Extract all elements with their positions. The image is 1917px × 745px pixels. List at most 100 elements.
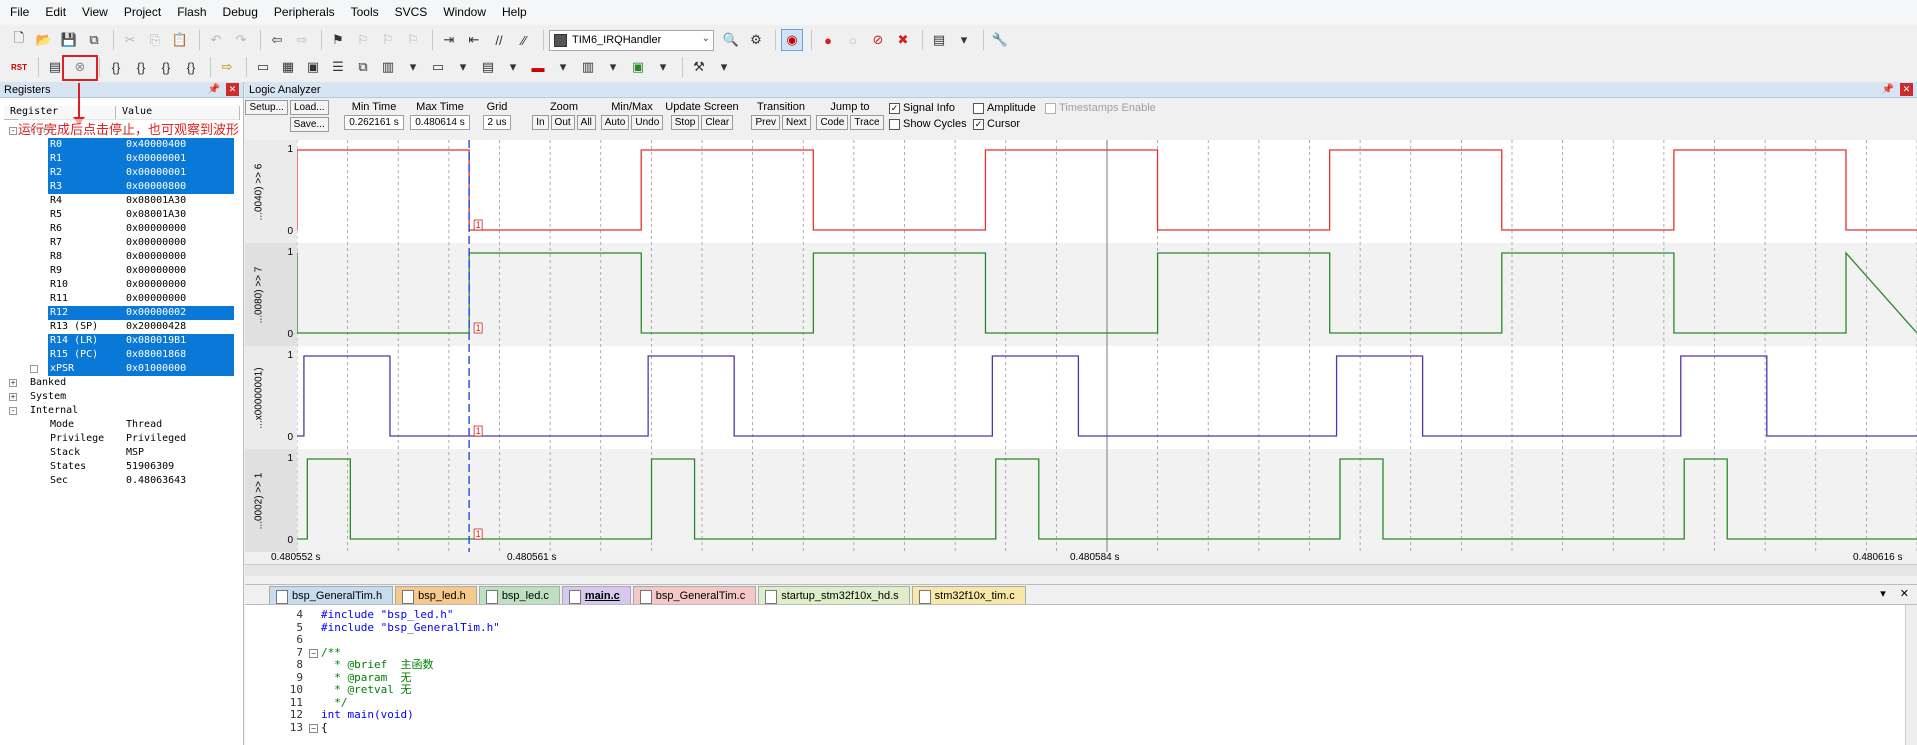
- memory-window-icon[interactable]: ▭: [427, 56, 449, 78]
- uncomment-icon[interactable]: ⁄⁄: [513, 29, 535, 51]
- menu-flash[interactable]: Flash: [169, 0, 214, 25]
- code-line[interactable]: 12 int main(void): [245, 708, 1895, 722]
- pin-icon[interactable]: 📌: [208, 84, 220, 95]
- close-icon[interactable]: ✕: [1900, 83, 1913, 96]
- command-window-icon[interactable]: ▭: [252, 56, 274, 78]
- waveform-canvas[interactable]: 1 1 1 1: [297, 140, 1917, 552]
- debug-session-icon[interactable]: ◉: [781, 29, 803, 51]
- signal-info-checkbox[interactable]: ✓ Signal Info: [889, 102, 955, 114]
- register-group-internal[interactable]: - Internal: [0, 404, 244, 418]
- find-in-files-icon[interactable]: 🔍: [720, 29, 742, 51]
- chevron-down-icon[interactable]: ⌄: [702, 33, 710, 44]
- tab-bsp-generaltim-c[interactable]: bsp_GeneralTim.c: [632, 586, 757, 604]
- fold-icon[interactable]: −: [309, 648, 318, 658]
- register-row[interactable]: R0 0x40000400: [0, 138, 244, 152]
- window-layout-icon[interactable]: ▤: [928, 29, 950, 51]
- code-line[interactable]: 10 * @retval 无: [245, 683, 1895, 697]
- collapse-icon[interactable]: -: [9, 127, 17, 135]
- show-next-statement-icon[interactable]: ⇨: [216, 56, 238, 78]
- register-row[interactable]: R4 0x08001A30: [0, 194, 244, 208]
- registers-window-icon[interactable]: ☰: [327, 56, 349, 78]
- dropdown-arrow-icon[interactable]: ▾: [652, 56, 674, 78]
- menu-view[interactable]: View: [74, 0, 116, 25]
- cursor-checkbox[interactable]: ✓ Cursor: [973, 118, 1020, 130]
- register-row[interactable]: R14 (LR) 0x080019B1: [0, 334, 244, 348]
- tab-bsp-led-c[interactable]: bsp_led.c: [478, 586, 560, 604]
- dropdown-arrow-icon[interactable]: ▾: [502, 56, 524, 78]
- show-cycles-checkbox[interactable]: Show Cycles: [889, 118, 967, 130]
- auto-button[interactable]: Auto: [600, 115, 630, 130]
- serial-window-icon[interactable]: ▤: [477, 56, 499, 78]
- register-group-banked[interactable]: + Banked: [0, 376, 244, 390]
- internal-row[interactable]: Mode Thread: [0, 418, 244, 432]
- code-line[interactable]: 13−{: [245, 721, 1895, 735]
- disable-breakpoints-icon[interactable]: ⊘: [867, 29, 889, 51]
- analysis-window-icon[interactable]: ▬: [527, 56, 549, 78]
- menu-help[interactable]: Help: [494, 0, 535, 25]
- undo-button[interactable]: Undo: [631, 115, 664, 130]
- signal-label[interactable]: ...x00000001) 1 0: [245, 346, 297, 449]
- save-all-icon[interactable]: ⧉: [83, 29, 105, 51]
- step-over-icon[interactable]: {}: [130, 56, 152, 78]
- next-bookmark-icon[interactable]: ⚐: [377, 29, 399, 51]
- menu-svcs[interactable]: SVCS: [387, 0, 436, 25]
- prev-bookmark-icon[interactable]: ⚐: [352, 29, 374, 51]
- tab-list-icon[interactable]: ▾: [1880, 587, 1886, 600]
- internal-row[interactable]: Stack MSP: [0, 446, 244, 460]
- clear-button[interactable]: Clear: [701, 115, 734, 130]
- register-row[interactable]: R5 0x08001A30: [0, 208, 244, 222]
- register-row[interactable]: R12 0x00000002: [0, 306, 244, 320]
- expand-icon[interactable]: +: [9, 393, 17, 401]
- expand-icon[interactable]: +: [30, 365, 38, 373]
- internal-row[interactable]: States 51906309: [0, 460, 244, 474]
- menu-edit[interactable]: Edit: [37, 0, 74, 25]
- dropdown-arrow-icon[interactable]: ▾: [953, 29, 975, 51]
- nav-back-icon[interactable]: ⇦: [266, 29, 288, 51]
- vertical-scrollbar[interactable]: [1905, 605, 1917, 745]
- reset-icon[interactable]: RST: [8, 56, 30, 78]
- system-viewer-icon[interactable]: ▣: [627, 56, 649, 78]
- code-line[interactable]: 7−/**: [245, 646, 1895, 660]
- register-row[interactable]: R10 0x00000000: [0, 278, 244, 292]
- new-file-icon[interactable]: 🗋: [8, 29, 30, 51]
- step-out-icon[interactable]: {}: [155, 56, 177, 78]
- dropdown-arrow-icon[interactable]: ▾: [452, 56, 474, 78]
- pin-icon[interactable]: 📌: [1882, 84, 1894, 95]
- redo-icon[interactable]: ↷: [230, 29, 252, 51]
- zoom-all-button[interactable]: All: [576, 115, 596, 130]
- tab-stm32f10x-tim-c[interactable]: stm32f10x_tim.c: [911, 586, 1026, 604]
- step-in-icon[interactable]: {}: [105, 56, 127, 78]
- dropdown-arrow-icon[interactable]: ▾: [402, 56, 424, 78]
- register-row[interactable]: R8 0x00000000: [0, 250, 244, 264]
- zoom-out-button[interactable]: Out: [550, 115, 575, 130]
- tab-main-c[interactable]: main.c: [561, 586, 631, 604]
- signal-label[interactable]: ...0002) >> 1 1 0: [245, 449, 297, 552]
- fold-icon[interactable]: −: [309, 723, 318, 733]
- signal-label[interactable]: ...0040) >> 6 1 0: [245, 140, 297, 243]
- setup-button[interactable]: Setup...: [245, 100, 288, 115]
- close-icon[interactable]: ✕: [226, 83, 239, 96]
- register-row[interactable]: + xPSR 0x01000000: [0, 362, 244, 376]
- call-stack-icon[interactable]: ⧉: [352, 56, 374, 78]
- comment-icon[interactable]: //: [488, 29, 510, 51]
- enable-breakpoint-icon[interactable]: ○: [842, 29, 864, 51]
- menu-tools[interactable]: Tools: [343, 0, 387, 25]
- internal-row[interactable]: Sec 0.48063643: [0, 474, 244, 488]
- undo-icon[interactable]: ↶: [205, 29, 227, 51]
- tab-bsp-generaltim-h[interactable]: bsp_GeneralTim.h: [269, 586, 394, 604]
- register-row[interactable]: R6 0x00000000: [0, 222, 244, 236]
- internal-row[interactable]: Privilege Privileged: [0, 432, 244, 446]
- menu-debug[interactable]: Debug: [215, 0, 266, 25]
- code-line[interactable]: 4 #include "bsp_led.h": [245, 608, 1895, 622]
- dropdown-arrow-icon[interactable]: ▾: [602, 56, 624, 78]
- tab-startup-stm32f10x-hd-s[interactable]: startup_stm32f10x_hd.s: [758, 586, 910, 604]
- register-row[interactable]: R1 0x00000001: [0, 152, 244, 166]
- cut-icon[interactable]: ✂: [119, 29, 141, 51]
- run-to-cursor-icon[interactable]: {}: [180, 56, 202, 78]
- register-row[interactable]: R15 (PC) 0x08001868: [0, 348, 244, 362]
- signal-label[interactable]: ...0080) >> 7 1 0: [245, 243, 297, 346]
- save-button[interactable]: Save...: [289, 117, 329, 132]
- register-group-system[interactable]: + System: [0, 390, 244, 404]
- menu-peripherals[interactable]: Peripherals: [266, 0, 343, 25]
- close-icon[interactable]: ✕: [1900, 587, 1909, 600]
